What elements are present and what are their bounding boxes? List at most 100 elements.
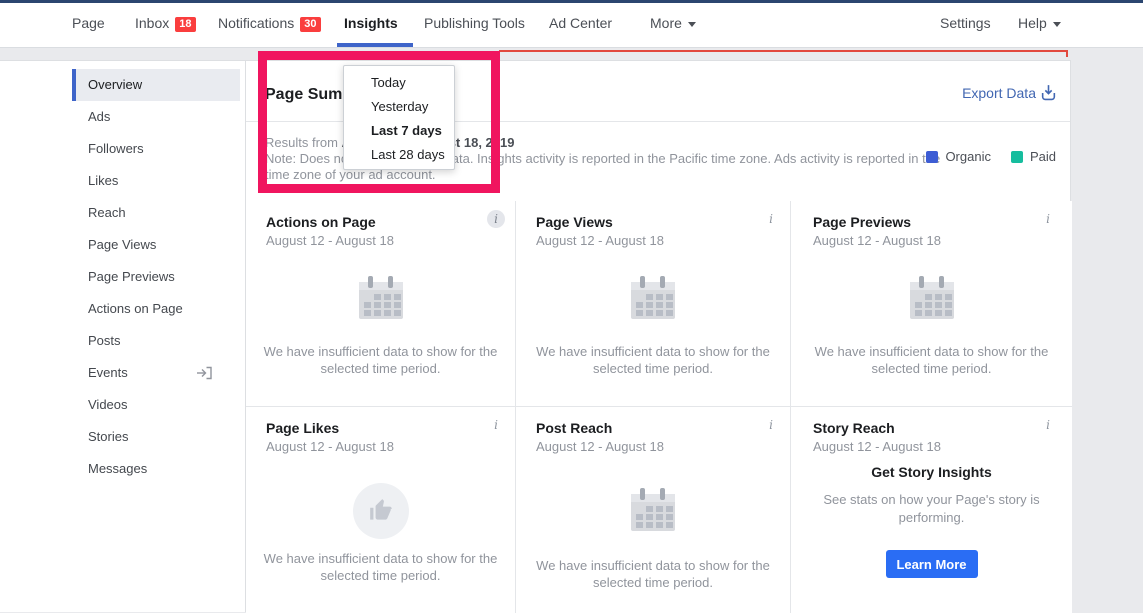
chevron-down-icon [1053, 22, 1061, 27]
nav-more-label: More [650, 15, 682, 31]
info-icon[interactable] [487, 210, 505, 228]
card-title: Page Previews [813, 214, 911, 230]
nav-notifications[interactable]: Notifications 30 [218, 15, 321, 33]
legend-organic-label: Organic [945, 149, 991, 164]
card-title: Story Reach [813, 420, 895, 436]
sidebar-item-overview[interactable]: Overview [72, 69, 240, 101]
dropdown-item-last-28-days[interactable]: Last 28 days [344, 143, 454, 167]
date-range-dropdown: Today Yesterday Last 7 days Last 28 days [343, 65, 455, 170]
nav-insights[interactable]: Insights [344, 15, 398, 31]
card-title: Page Views [536, 214, 613, 230]
insufficient-data-message: We have insufficient data to show for th… [252, 550, 510, 584]
card-story-reach: Story Reach August 12 - August 18 Get St… [791, 406, 1072, 613]
card-page-previews: Page Previews August 12 - August 18 We h… [791, 201, 1072, 406]
info-icon[interactable] [1039, 210, 1057, 228]
nav-settings[interactable]: Settings [940, 15, 991, 31]
sidebar-item-events[interactable]: Events [72, 357, 240, 389]
card-page-views: Page Views August 12 - August 18 We have… [516, 201, 791, 406]
card-title: Page Likes [266, 420, 339, 436]
sidebar-label: Events [88, 365, 128, 380]
top-navigation: Page Inbox 18 Notifications 30 Insights Pu… [0, 0, 1143, 48]
sidebar-label: Page Previews [88, 269, 175, 284]
card-date-range: August 12 - August 18 [813, 439, 941, 454]
sidebar-item-posts[interactable]: Posts [72, 325, 240, 357]
sidebar-item-actions-on-page[interactable]: Actions on Page [72, 293, 240, 325]
export-data-label: Export Data [962, 85, 1036, 101]
calendar-icon [908, 275, 956, 326]
notifications-badge: 30 [300, 17, 320, 32]
card-date-range: August 12 - August 18 [813, 233, 941, 248]
annotation-red-line [499, 50, 1068, 57]
calendar-icon [357, 275, 405, 326]
organic-swatch [926, 151, 938, 163]
sidebar-item-stories[interactable]: Stories [72, 421, 240, 453]
sidebar-label: Videos [88, 397, 128, 412]
sidebar-label: Page Views [88, 237, 156, 252]
nav-inbox[interactable]: Inbox 18 [135, 15, 196, 33]
nav-inbox-label: Inbox [135, 15, 169, 31]
nav-help[interactable]: Help [1018, 15, 1061, 31]
nav-settings-label: Settings [940, 15, 991, 31]
open-in-new-icon [196, 366, 212, 380]
card-date-range: August 12 - August 18 [266, 439, 394, 454]
sidebar-label: Reach [88, 205, 126, 220]
sidebar-item-videos[interactable]: Videos [72, 389, 240, 421]
nav-page-label: Page [72, 15, 105, 31]
sidebar-label: Ads [88, 109, 110, 124]
sidebar-item-page-views[interactable]: Page Views [72, 229, 240, 261]
nav-publishing-tools[interactable]: Publishing Tools [424, 15, 525, 31]
paid-swatch [1011, 151, 1023, 163]
sidebar-label: Followers [88, 141, 144, 156]
nav-help-label: Help [1018, 15, 1047, 31]
sidebar-item-followers[interactable]: Followers [72, 133, 240, 165]
nav-ad-center[interactable]: Ad Center [549, 15, 612, 31]
results-prefix: Results from [265, 135, 342, 150]
learn-more-button[interactable]: Learn More [886, 550, 978, 578]
sidebar-label: Overview [88, 77, 142, 92]
top-accent-bar [0, 0, 1143, 3]
sidebar-item-page-previews[interactable]: Page Previews [72, 261, 240, 293]
card-page-likes: Page Likes August 12 - August 18 We have… [246, 406, 516, 613]
info-icon[interactable] [1039, 416, 1057, 434]
card-actions-on-page: Actions on Page August 12 - August 18 We… [246, 201, 516, 406]
nav-notifications-label: Notifications [218, 15, 294, 31]
thumb-up-icon [353, 483, 409, 539]
nav-insights-label: Insights [344, 15, 398, 31]
insufficient-data-message: We have insufficient data to show for th… [252, 343, 510, 377]
info-icon[interactable] [487, 416, 505, 434]
legend: Organic Paid [926, 149, 1056, 164]
nav-ad-center-label: Ad Center [549, 15, 612, 31]
nav-publishing-tools-label: Publishing Tools [424, 15, 525, 31]
dropdown-item-today[interactable]: Today [344, 71, 454, 95]
calendar-icon [629, 487, 677, 538]
export-data-link[interactable]: Export Data [962, 84, 1056, 101]
sidebar-item-ads[interactable]: Ads [72, 101, 240, 133]
sidebar-label: Likes [88, 173, 118, 188]
inbox-badge: 18 [175, 17, 195, 32]
active-tab-underline [337, 43, 413, 47]
card-date-range: August 12 - August 18 [536, 233, 664, 248]
card-title: Actions on Page [266, 214, 376, 230]
sidebar-item-likes[interactable]: Likes [72, 165, 240, 197]
sidebar-label: Posts [88, 333, 121, 348]
info-icon[interactable] [762, 416, 780, 434]
sidebar-item-reach[interactable]: Reach [72, 197, 240, 229]
insights-sidebar: Overview Ads Followers Likes Reach Page … [0, 60, 245, 612]
nav-more[interactable]: More [650, 15, 696, 31]
card-date-range: August 12 - August 18 [536, 439, 664, 454]
download-icon [1041, 84, 1056, 101]
sidebar-label: Messages [88, 461, 147, 476]
story-insights-description: See stats on how your Page's story is pe… [811, 491, 1053, 527]
insufficient-data-message: We have insufficient data to show for th… [524, 557, 782, 591]
legend-item-paid: Paid [1011, 149, 1056, 164]
insufficient-data-message: We have insufficient data to show for th… [803, 343, 1061, 377]
sidebar-label: Actions on Page [88, 301, 183, 316]
chevron-down-icon [688, 22, 696, 27]
dropdown-item-yesterday[interactable]: Yesterday [344, 95, 454, 119]
legend-item-organic: Organic [926, 149, 991, 164]
dropdown-item-last-7-days[interactable]: Last 7 days [344, 119, 454, 143]
nav-page[interactable]: Page [72, 15, 105, 31]
card-post-reach: Post Reach August 12 - August 18 We have… [516, 406, 791, 613]
info-icon[interactable] [762, 210, 780, 228]
sidebar-item-messages[interactable]: Messages [72, 453, 240, 485]
